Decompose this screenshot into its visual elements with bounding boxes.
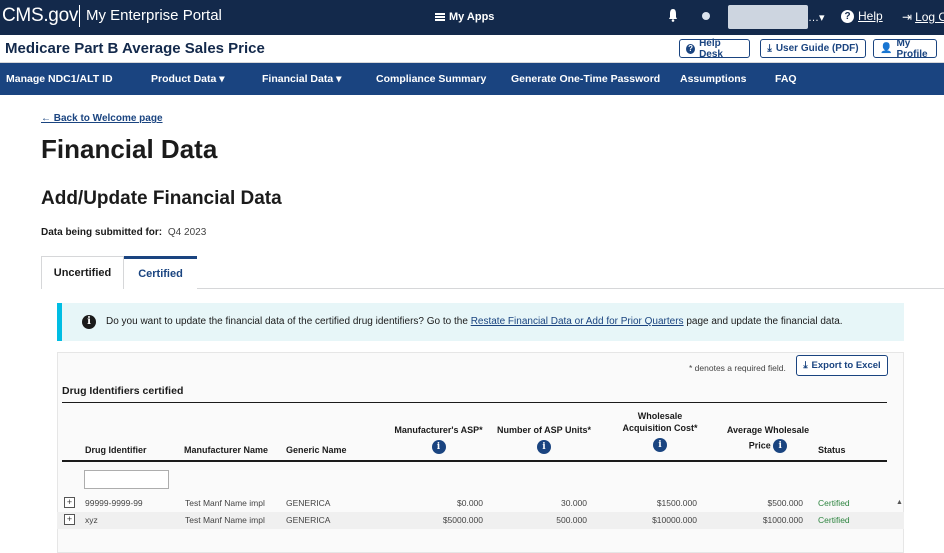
cell-manufacturer: Test Manf Name impl bbox=[185, 498, 265, 508]
cell-asp: $0.000 bbox=[457, 498, 483, 508]
data-tabs: Uncertified Certified bbox=[41, 256, 944, 289]
nav-faq[interactable]: FAQ bbox=[775, 73, 797, 85]
cell-generic: GENERICA bbox=[286, 498, 331, 508]
expand-row-icon[interactable]: + bbox=[64, 497, 75, 508]
cell-wac: $1500.000 bbox=[656, 498, 697, 508]
help-icon: ? bbox=[841, 9, 854, 23]
cell-wac: $10000.000 bbox=[652, 515, 697, 525]
cell-status: Certified bbox=[818, 515, 850, 525]
asp-header-label: Manufacturer's ASP* bbox=[394, 425, 483, 435]
info-icon[interactable]: i bbox=[653, 438, 667, 452]
download-icon: ⤓ bbox=[803, 360, 808, 371]
export-to-excel-button[interactable]: ⤓ Export to Excel bbox=[796, 355, 888, 376]
main-navigation: Manage NDC1/ALT ID Product Data ▾ Financ… bbox=[0, 63, 944, 95]
info-icon[interactable]: i bbox=[773, 439, 788, 453]
nav-compliance-summary[interactable]: Compliance Summary bbox=[376, 73, 486, 85]
col-header-drug-identifier[interactable]: Drug Identifier bbox=[85, 444, 147, 456]
table-top-rule bbox=[62, 402, 887, 403]
info-icon: i bbox=[82, 315, 96, 329]
alert-message: Do you want to update the financial data… bbox=[106, 316, 843, 327]
help-desk-label: Help Desk bbox=[699, 37, 723, 60]
brand-divider bbox=[79, 5, 80, 27]
col-header-status[interactable]: Status bbox=[818, 444, 846, 456]
required-field-note: * denotes a required field. bbox=[689, 363, 786, 373]
wac-header-line2: Acquisition Cost* bbox=[622, 423, 698, 433]
cell-awp: $1000.000 bbox=[762, 515, 803, 525]
user-name-redacted[interactable] bbox=[728, 5, 808, 29]
nav-financial-data[interactable]: Financial Data ▾ bbox=[262, 73, 341, 85]
col-header-generic-name[interactable]: Generic Name bbox=[286, 444, 347, 456]
help-icon: ? bbox=[686, 43, 696, 54]
submission-period-value: Q4 2023 bbox=[167, 227, 207, 238]
awp-header-line2: Price bbox=[748, 440, 771, 451]
nav-product-data[interactable]: Product Data ▾ bbox=[151, 73, 225, 85]
submission-period-label: Data being submitted for: bbox=[41, 227, 163, 238]
table-header-rule bbox=[62, 460, 887, 462]
col-header-awp[interactable]: Average Wholesale Price i bbox=[720, 424, 816, 453]
table-row[interactable]: + xyz Test Manf Name impl GENERICA $5000… bbox=[57, 512, 904, 529]
info-alert: i Do you want to update the financial da… bbox=[57, 303, 904, 341]
user-guide-button[interactable]: ⤓ User Guide (PDF) bbox=[760, 39, 866, 58]
nav-generate-otp[interactable]: Generate One-Time Password bbox=[511, 73, 660, 85]
logout-icon: ⇥ bbox=[902, 10, 913, 24]
nav-assumptions[interactable]: Assumptions bbox=[680, 73, 747, 85]
units-header-label: Number of ASP Units* bbox=[496, 425, 591, 435]
help-link[interactable]: ? Help bbox=[841, 9, 883, 23]
col-header-manufacturer-name[interactable]: Manufacturer Name bbox=[184, 444, 268, 456]
cms-logo[interactable]: CMS.gov bbox=[2, 5, 78, 27]
info-icon[interactable]: i bbox=[431, 440, 446, 454]
app-title-bar: Medicare Part B Average Sales Price ? He… bbox=[0, 35, 944, 63]
col-header-asp[interactable]: Manufacturer's ASP* i bbox=[394, 424, 483, 454]
submission-period: Data being submitted for: Q4 2023 bbox=[41, 227, 206, 238]
help-desk-button[interactable]: ? Help Desk bbox=[679, 37, 750, 60]
portal-name[interactable]: My Enterprise Portal bbox=[86, 7, 222, 24]
my-apps-label: My Apps bbox=[449, 11, 495, 23]
download-icon: ⤓ bbox=[767, 43, 772, 54]
notification-bell-icon[interactable] bbox=[668, 8, 678, 22]
scroll-up-icon[interactable]: ▲ bbox=[896, 499, 903, 506]
page-title: Financial Data bbox=[41, 134, 218, 164]
restate-financial-data-link[interactable]: Restate Financial Data or Add for Prior … bbox=[471, 316, 684, 327]
my-profile-button[interactable]: 👤 My Profile bbox=[873, 37, 937, 60]
logout-link[interactable]: ⇥ Log Out bbox=[902, 10, 944, 24]
awp-header-line1: Average Wholesale bbox=[726, 425, 810, 435]
cell-awp: $500.000 bbox=[767, 498, 803, 508]
cell-asp: $5000.000 bbox=[442, 515, 483, 525]
cell-drug-identifier: 99999-9999-99 bbox=[85, 498, 143, 508]
export-label: Export to Excel bbox=[811, 360, 881, 371]
tab-uncertified[interactable]: Uncertified bbox=[41, 256, 124, 289]
menu-icon bbox=[435, 13, 445, 21]
cell-units: 500.000 bbox=[556, 515, 587, 525]
tab-certified[interactable]: Certified bbox=[124, 256, 197, 289]
app-title: Medicare Part B Average Sales Price bbox=[5, 40, 265, 57]
user-guide-label: User Guide (PDF) bbox=[775, 43, 859, 54]
cell-status: Certified bbox=[818, 498, 850, 508]
logout-label: Log Out bbox=[915, 10, 944, 24]
nav-manage-ndc[interactable]: Manage NDC1/ALT ID bbox=[6, 73, 113, 85]
help-label: Help bbox=[858, 9, 883, 23]
alert-text-end: page and update the financial data. bbox=[683, 316, 843, 327]
cell-units: 30.000 bbox=[561, 498, 587, 508]
col-header-wac[interactable]: Wholesale Acquisition Cost* i bbox=[620, 410, 700, 452]
expand-row-icon[interactable]: + bbox=[64, 514, 75, 525]
wac-header-line1: Wholesale bbox=[637, 411, 683, 421]
my-profile-label: My Profile bbox=[896, 37, 928, 60]
cell-manufacturer: Test Manf Name impl bbox=[185, 515, 265, 525]
table-row[interactable]: + 99999-9999-99 Test Manf Name impl GENE… bbox=[57, 495, 904, 512]
cell-drug-identifier: xyz bbox=[85, 515, 98, 525]
person-icon: 👤 bbox=[880, 43, 893, 54]
back-to-welcome-link[interactable]: ← Back to Welcome page bbox=[41, 113, 163, 124]
col-header-asp-units[interactable]: Number of ASP Units* i bbox=[496, 424, 592, 454]
info-icon[interactable]: i bbox=[537, 440, 551, 454]
user-menu-caret-icon[interactable]: …▾ bbox=[808, 11, 825, 24]
alert-text-start: Do you want to update the financial data… bbox=[106, 316, 471, 327]
top-header-bar: CMS.gov My Enterprise Portal My Apps …▾ … bbox=[0, 0, 944, 35]
my-apps-button[interactable]: My Apps bbox=[435, 11, 494, 23]
section-title: Add/Update Financial Data bbox=[41, 188, 282, 209]
cell-generic: GENERICA bbox=[286, 515, 331, 525]
drug-identifier-filter-input[interactable] bbox=[84, 470, 169, 489]
table-caption: Drug Identifiers certified bbox=[62, 385, 184, 397]
user-avatar-icon[interactable] bbox=[702, 12, 710, 20]
